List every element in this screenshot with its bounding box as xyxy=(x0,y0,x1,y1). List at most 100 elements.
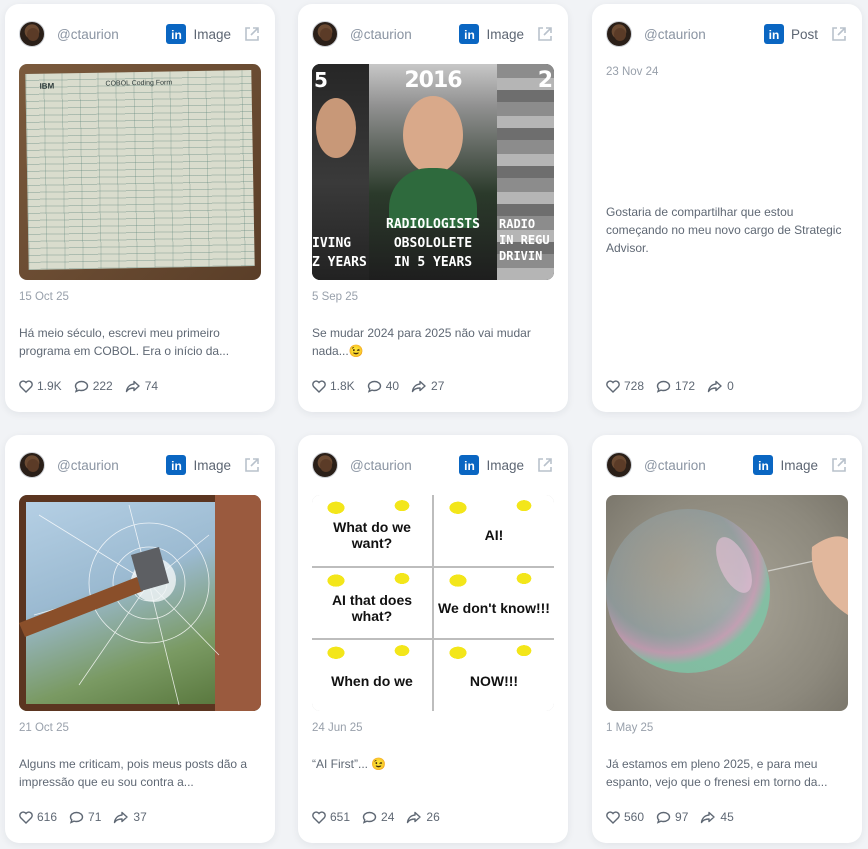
post-date: 21 Oct 25 xyxy=(19,722,69,734)
post-card[interactable]: @ctaurion in Image 21 Oct 25 Alguns me c… xyxy=(5,435,275,843)
shares-count: 26 xyxy=(426,810,440,824)
linkedin-icon: in xyxy=(753,455,774,475)
meme-panel-center: 2016 RADIOLOGISTS OBSOLOLETE IN 5 YEARS xyxy=(369,64,497,280)
post-stats: 1.9K 222 74 xyxy=(19,379,170,393)
comments-count: 222 xyxy=(92,379,113,393)
comments-count: 172 xyxy=(675,379,696,393)
linkedin-icon: in xyxy=(166,455,187,475)
external-link-icon[interactable] xyxy=(243,25,261,43)
post-image[interactable] xyxy=(19,495,261,711)
share-icon xyxy=(707,380,722,392)
comment-icon xyxy=(69,811,84,824)
comments-count: 97 xyxy=(675,810,689,824)
post-card[interactable]: @ctaurion in Image 1 May 25 Já estamos e… xyxy=(592,435,862,843)
card-header: @ctaurion in Image xyxy=(312,451,554,479)
post-text: Já estamos em pleno 2025, e para meu esp… xyxy=(606,757,828,789)
meme-cell: AI! xyxy=(434,495,554,566)
comments-stat[interactable]: 222 xyxy=(74,379,113,393)
post-stats: 616 71 37 xyxy=(19,810,159,824)
external-link-icon[interactable] xyxy=(243,456,261,474)
card-header: @ctaurion in Post xyxy=(606,20,848,48)
comment-icon xyxy=(362,811,377,824)
post-text: “AI First”... 😉 xyxy=(312,757,387,771)
form-logo: IBM xyxy=(39,81,55,91)
post-stats: 728 172 0 xyxy=(606,379,746,393)
post-card[interactable]: @ctaurion in Post 23 Nov 24 Gostaria de … xyxy=(592,4,862,412)
post-card[interactable]: @ctaurion in Image IBM COBOL Coding Form… xyxy=(5,4,275,412)
meme-cell: What do we want? xyxy=(312,495,432,566)
post-image[interactable]: IBM COBOL Coding Form xyxy=(19,64,261,280)
post-date: 15 Oct 25 xyxy=(19,291,69,303)
shares-stat[interactable]: 26 xyxy=(406,810,440,824)
meme-panel-right: 2 RADIO IN REGU DRIVIN xyxy=(497,64,554,280)
post-image[interactable] xyxy=(606,495,848,711)
post-card[interactable]: @ctaurion in Image What do we want? AI! … xyxy=(298,435,568,843)
likes-stat[interactable]: 728 xyxy=(606,379,644,393)
external-link-icon[interactable] xyxy=(830,456,848,474)
post-type-label: Image xyxy=(780,457,818,473)
post-stats: 651 24 26 xyxy=(312,810,452,824)
comments-stat[interactable]: 71 xyxy=(69,810,101,824)
likes-stat[interactable]: 651 xyxy=(312,810,350,824)
panel-year: 2016 xyxy=(404,68,462,93)
heart-icon xyxy=(312,810,326,824)
panel-year: 5 xyxy=(314,68,328,92)
shares-stat[interactable]: 27 xyxy=(411,379,444,393)
post-stats: 560 97 45 xyxy=(606,810,746,824)
author-handle: @ctaurion xyxy=(57,457,119,473)
shares-stat[interactable]: 0 xyxy=(707,379,734,393)
share-icon xyxy=(407,811,422,823)
comments-stat[interactable]: 40 xyxy=(367,379,399,393)
shares-count: 0 xyxy=(727,379,734,393)
likes-stat[interactable]: 1.9K xyxy=(19,379,62,393)
meme-cell: NOW!!! xyxy=(434,640,554,711)
post-card[interactable]: @ctaurion in Image 5 IVING Z YEARS 2016 R… xyxy=(298,4,568,412)
post-image[interactable]: 5 IVING Z YEARS 2016 RADIOLOGISTS OBSOLOLE… xyxy=(312,64,554,280)
author-handle: @ctaurion xyxy=(57,26,119,42)
external-link-icon[interactable] xyxy=(536,25,554,43)
post-type-label: Post xyxy=(790,26,818,42)
comments-count: 24 xyxy=(381,810,395,824)
comments-stat[interactable]: 24 xyxy=(362,810,394,824)
comments-count: 40 xyxy=(385,379,400,393)
comments-stat[interactable]: 97 xyxy=(656,810,688,824)
likes-count: 651 xyxy=(330,810,351,824)
linkedin-icon: in xyxy=(166,24,187,44)
panel-caption: RADIO IN REGU DRIVIN xyxy=(499,217,550,263)
likes-stat[interactable]: 616 xyxy=(19,810,57,824)
heart-icon xyxy=(312,379,326,393)
post-type-label: Image xyxy=(193,457,231,473)
shares-stat[interactable]: 74 xyxy=(125,379,158,393)
panel-year: 2 xyxy=(537,68,553,93)
panel-caption: IVING Z YEARS xyxy=(312,236,367,270)
card-header: @ctaurion in Image xyxy=(19,20,261,48)
likes-count: 728 xyxy=(624,379,645,393)
likes-stat[interactable]: 560 xyxy=(606,810,644,824)
heart-icon xyxy=(19,379,33,393)
heart-icon xyxy=(606,379,620,393)
heart-icon xyxy=(606,810,620,824)
avatar xyxy=(606,21,632,47)
post-text: Há meio século, escrevi meu primeiro pro… xyxy=(19,326,230,358)
post-stats: 1.8K 40 27 xyxy=(312,379,456,393)
post-type-label: Image xyxy=(486,457,524,473)
comments-stat[interactable]: 172 xyxy=(656,379,695,393)
shares-count: 74 xyxy=(144,379,159,393)
shares-stat[interactable]: 45 xyxy=(700,810,734,824)
avatar xyxy=(312,452,338,478)
share-icon xyxy=(411,380,426,392)
shares-count: 45 xyxy=(720,810,734,824)
external-link-icon[interactable] xyxy=(536,456,554,474)
external-link-icon[interactable] xyxy=(830,25,848,43)
likes-stat[interactable]: 1.8K xyxy=(312,379,355,393)
post-image[interactable]: What do we want? AI! AI that does what? … xyxy=(312,495,554,711)
comment-icon xyxy=(656,380,671,393)
meme-cell: When do we xyxy=(312,640,432,711)
likes-count: 1.9K xyxy=(37,379,62,393)
post-date: 24 Jun 25 xyxy=(312,722,363,734)
shares-stat[interactable]: 37 xyxy=(113,810,147,824)
card-header: @ctaurion in Image xyxy=(312,20,554,48)
comment-icon xyxy=(656,811,671,824)
avatar xyxy=(19,21,45,47)
post-text: Se mudar 2024 para 2025 não vai mudar na… xyxy=(312,326,531,358)
